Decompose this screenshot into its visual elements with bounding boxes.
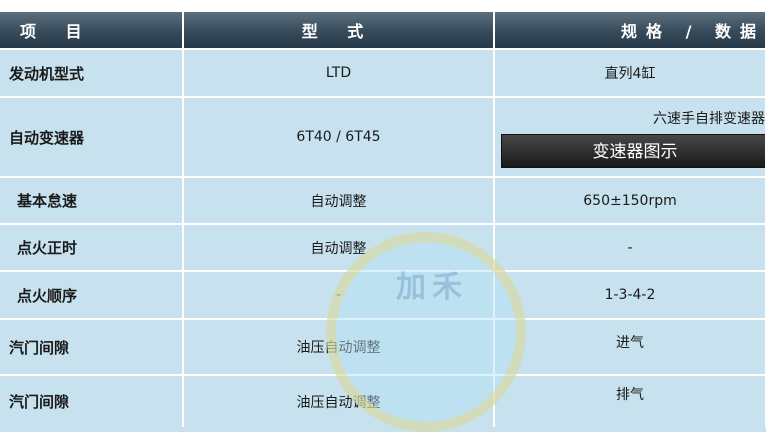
row-spec: 进气 [494,319,766,376]
header-type: 型 式 [183,12,495,50]
table-row: 点火正时 自动调整 - [0,224,766,272]
row-item: 基本怠速 [0,177,184,225]
row-type: 油压自动调整 [183,375,495,427]
table-row: 汽门间隙 油压自动调整 排气 [0,375,766,427]
row-spec: 650±150rpm [494,177,766,225]
header-item: 项 目 [0,12,184,50]
table-row: 基本怠速 自动调整 650±150rpm [0,177,766,225]
row-spec-cell: 六速手自排变速器 变速器图示 [494,97,766,178]
row-item: 自动变速器 [0,97,184,178]
spec-table: 项 目 型 式 规格 / 数据 发动机型式 LTD 直列4缸 自动变速器 6T4… [0,12,766,427]
row-spec: 排气 [494,375,766,427]
row-item: 发动机型式 [0,49,184,98]
table-row: 自动变速器 6T40 / 6T45 六速手自排变速器 变速器图示 [0,97,766,178]
transmission-diagram-button[interactable]: 变速器图示 [501,134,766,168]
row-spec: 六速手自排变速器 [653,111,765,127]
row-type: LTD [183,49,495,98]
row-item: 汽门间隙 [0,375,184,427]
row-type: - [183,271,495,320]
table-header-row: 项 目 型 式 规格 / 数据 [0,12,766,50]
row-spec: - [494,224,766,272]
row-item: 点火顺序 [0,271,184,320]
row-spec: 1-3-4-2 [494,271,766,320]
row-item: 汽门间隙 [0,319,184,376]
row-type: 6T40 / 6T45 [183,97,495,178]
table-row: 发动机型式 LTD 直列4缸 [0,49,766,98]
row-type: 油压自动调整 [183,319,495,376]
row-type: 自动调整 [183,224,495,272]
row-spec: 直列4缸 [494,49,766,98]
table-row: 汽门间隙 油压自动调整 进气 [0,319,766,376]
row-item: 点火正时 [0,224,184,272]
header-spec: 规格 / 数据 [494,12,766,50]
top-strip [0,0,766,12]
row-type: 自动调整 [183,177,495,225]
table-row: 点火顺序 - 1-3-4-2 [0,271,766,320]
